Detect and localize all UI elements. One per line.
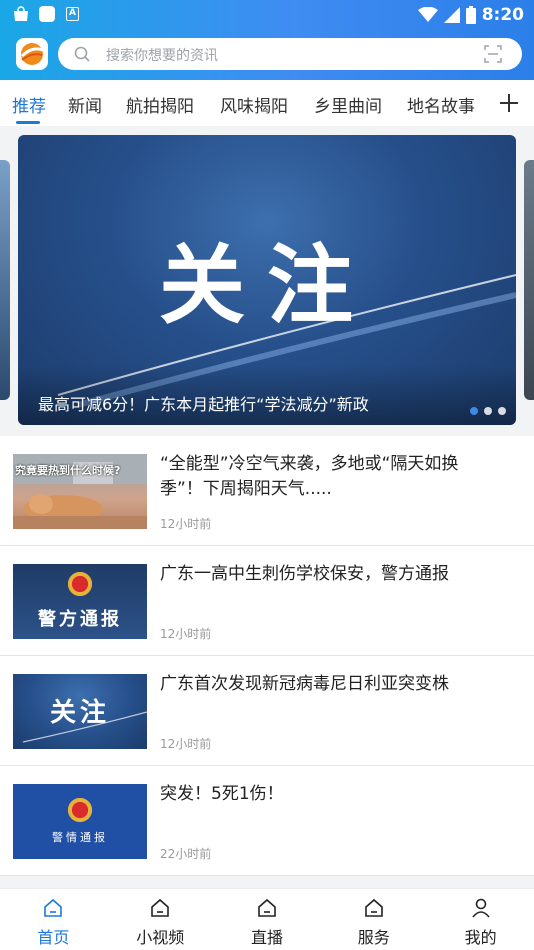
news-time: 12小时前	[160, 517, 212, 531]
status-bar: A 8:20	[0, 0, 534, 30]
nav-label: 服务	[357, 928, 390, 947]
search-bar[interactable]: 搜索你想要的资讯	[58, 38, 522, 70]
news-item[interactable]: 关注 广东首次发现新冠病毒尼日利亚突变株 12小时前	[0, 656, 534, 766]
search-icon	[74, 46, 90, 62]
home-icon	[258, 898, 276, 917]
news-time: 22小时前	[160, 847, 212, 861]
add-channel-icon[interactable]	[498, 92, 520, 114]
banner-image-text: 关注	[159, 236, 375, 336]
home-icon	[364, 898, 383, 917]
news-item[interactable]: 究竟要热到什么时候? “全能型”冷空气来袭，多地或“隔天如换季”！下周揭阳天气.…	[0, 436, 534, 546]
nav-services[interactable]: 服务	[320, 889, 427, 950]
thumbnail-text: 关注	[49, 698, 110, 728]
tab-aerial[interactable]: 航拍揭阳	[126, 92, 194, 117]
carousel-dot[interactable]	[484, 407, 492, 415]
carousel-dots	[470, 407, 506, 415]
banner-next-peek[interactable]	[524, 160, 534, 400]
battery-icon	[465, 6, 476, 24]
carousel-dot[interactable]	[498, 407, 506, 415]
nav-label: 小视频	[136, 928, 185, 947]
news-thumbnail: 警方通报	[13, 564, 147, 639]
carousel-dot[interactable]	[470, 407, 478, 415]
store-icon	[14, 6, 28, 21]
news-item[interactable]: 警方通报 广东一高中生刺伤学校保安，警方通报 12小时前	[0, 546, 534, 656]
nav-label: 直播	[250, 928, 283, 947]
news-thumbnail: 究竟要热到什么时候?	[13, 454, 147, 529]
thumbnail-text: 警情通报	[52, 831, 108, 844]
banner-prev-peek[interactable]	[0, 160, 10, 400]
keyboard-icon: A	[66, 7, 79, 21]
banner-caption: 最高可减6分！广东本月起推行“学法减分”新政	[38, 395, 369, 414]
news-item[interactable]: 警情通报 突发！5死1伤！ 22小时前	[0, 766, 534, 876]
scan-icon[interactable]	[484, 45, 502, 63]
police-emblem-icon	[66, 570, 94, 598]
signal-icon	[443, 7, 460, 23]
thumbnail-text: 警方通报	[38, 609, 122, 630]
logo-icon	[20, 43, 44, 65]
search-input[interactable]: 搜索你想要的资讯	[106, 45, 218, 65]
tab-flavor[interactable]: 风味揭阳	[220, 92, 288, 117]
bottom-nav: 首页 小视频 直播 服务 我的	[0, 888, 534, 950]
news-title[interactable]: 广东一高中生刺伤学校保安，警方通报	[160, 562, 500, 587]
thumbnail-text: 究竟要热到什么时候?	[15, 464, 121, 477]
wifi-icon	[417, 7, 438, 22]
news-time: 12小时前	[160, 627, 212, 641]
tab-recommend[interactable]: 推荐	[12, 92, 46, 117]
news-title[interactable]: 广东首次发现新冠病毒尼日利亚突变株	[160, 672, 500, 697]
police-emblem-icon	[66, 796, 94, 824]
tab-place-stories[interactable]: 地名故事	[407, 92, 475, 117]
news-title[interactable]: 突发！5死1伤！	[160, 782, 500, 807]
status-right: 8:20	[417, 3, 524, 27]
news-feed: 究竟要热到什么时候? “全能型”冷空气来袭，多地或“隔天如换季”！下周揭阳天气.…	[0, 436, 534, 876]
category-tabs: 推荐 新闻 航拍揭阳 风味揭阳 乡里曲间 地名故事	[0, 80, 534, 126]
news-thumbnail: 警情通报	[13, 784, 147, 859]
nav-me[interactable]: 我的	[427, 889, 534, 950]
tab-news[interactable]: 新闻	[68, 92, 102, 117]
tab-village[interactable]: 乡里曲间	[314, 92, 382, 117]
home-icon	[151, 898, 169, 917]
app-logo[interactable]	[16, 38, 48, 70]
news-title[interactable]: “全能型”冷空气来袭，多地或“隔天如换季”！下周揭阳天气.....	[160, 452, 500, 502]
person-icon	[471, 898, 490, 918]
banner-carousel[interactable]: 关注 最高可减6分！广东本月起推行“学法减分”新政	[18, 135, 516, 425]
news-time: 12小时前	[160, 737, 212, 751]
nav-home[interactable]: 首页	[0, 889, 107, 950]
news-thumbnail: 关注	[13, 674, 147, 749]
nav-label: 首页	[37, 928, 70, 947]
active-tab-indicator	[16, 121, 40, 124]
nav-label: 我的	[464, 928, 497, 947]
nav-live[interactable]: 直播	[214, 889, 321, 950]
home-icon	[44, 898, 63, 917]
status-time: 8:20	[481, 5, 524, 25]
header: A 8:20 搜索你想要的资讯	[0, 0, 534, 80]
nav-short-video[interactable]: 小视频	[107, 889, 214, 950]
app-icon	[39, 6, 55, 22]
